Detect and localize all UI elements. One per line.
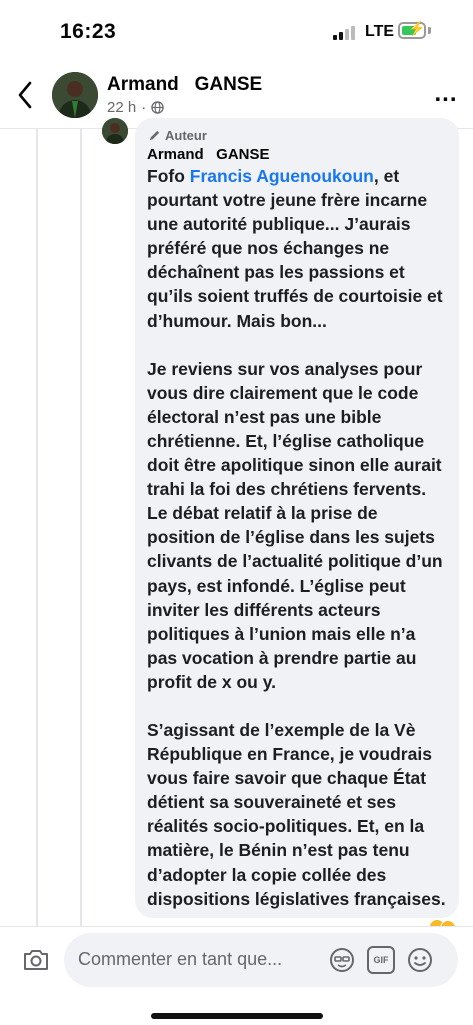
camera-icon — [24, 950, 48, 970]
status-time: 16:23 — [60, 20, 117, 43]
gif-icon[interactable]: GIF — [367, 946, 395, 974]
emoji-icon[interactable] — [406, 946, 434, 974]
time-ago: 22 h — [107, 99, 137, 116]
comment-paragraph-2: Je reviens sur vos analyses pour vous di… — [147, 358, 443, 692]
paragraph-rest: , et pourtant votre jeune frère incarne … — [147, 166, 443, 331]
comment-text: Fofo Francis Aguenoukoun, et pourtant vo… — [147, 164, 447, 911]
author-badge: Auteur — [148, 128, 447, 143]
comment-author[interactable]: Armand GANSE — [147, 146, 447, 163]
network-label: LTE — [365, 23, 395, 40]
comment-placeholder: Commenter en tant que... — [78, 949, 283, 969]
comment-composer: Commenter en tant que... GIF — [0, 926, 473, 1025]
thread-line-inner — [80, 129, 82, 926]
comment-bubble[interactable]: Auteur Armand GANSE Fofo Francis Aguenou… — [135, 118, 459, 918]
thread-line-outer — [36, 129, 38, 926]
comment-avatar[interactable] — [102, 118, 128, 144]
back-button[interactable] — [12, 78, 40, 112]
more-options-button[interactable]: ... — [432, 82, 460, 106]
comment-input[interactable]: Commenter en tant que... GIF — [64, 933, 458, 987]
back-chevron-icon — [18, 81, 32, 109]
signal-bars-icon — [333, 26, 357, 40]
status-bar: 16:23 LTE ⚡ — [0, 0, 473, 64]
post-meta: 22 h · — [107, 99, 164, 116]
paragraph-prefix: Fofo — [147, 166, 190, 186]
author-name[interactable]: Armand GANSE — [107, 74, 262, 96]
battery-charging-icon: ⚡ — [398, 21, 426, 39]
more-dots-icon: ... — [434, 80, 458, 107]
comment-paragraph-3: S’agissant de l’exemple de la Vè Républi… — [147, 719, 446, 909]
mention-link[interactable]: Francis Aguenoukoun — [190, 166, 374, 186]
pen-icon — [149, 130, 160, 141]
avatar-sticker-icon[interactable] — [328, 946, 356, 974]
post-header: Armand GANSE 22 h · ... — [0, 64, 473, 126]
badge-label: Auteur — [165, 128, 207, 143]
battery-nub — [428, 27, 431, 34]
home-indicator — [151, 1013, 323, 1019]
meta-separator: · — [141, 99, 147, 116]
avatar[interactable] — [52, 72, 98, 118]
globe-icon — [151, 101, 164, 114]
camera-button[interactable] — [22, 947, 50, 973]
comment-paragraph-1: Fofo Francis Aguenoukoun, et pourtant vo… — [147, 164, 447, 333]
